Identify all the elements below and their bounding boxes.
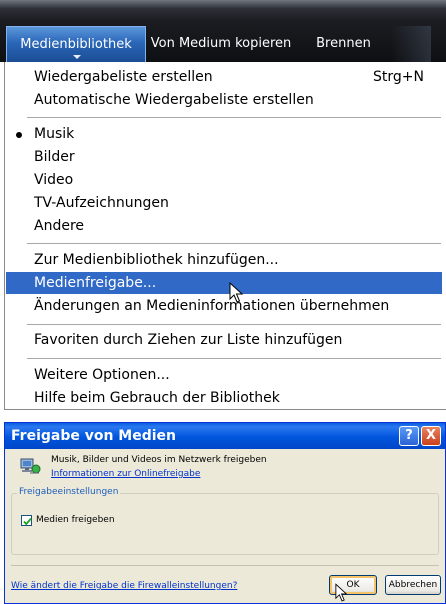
menu-separator <box>27 358 441 359</box>
tab-rip[interactable]: Von Medium kopieren <box>146 26 296 62</box>
menu-item-label: Wiedergabeliste erstellen <box>34 69 213 85</box>
menu-separator <box>27 117 441 118</box>
header-gloss <box>0 0 446 9</box>
menu-item-label: Zur Medienbibliothek hinzufügen... <box>34 252 279 268</box>
media-sharing-dialog: Freigabe von Medien ? X Musik, Bilder un… <box>4 422 446 604</box>
help-button[interactable]: ? <box>399 426 419 446</box>
menu-item-video[interactable]: Video <box>6 169 442 191</box>
menu-item-label: Video <box>34 172 74 188</box>
tab-library-label: Medienbibliothek <box>20 37 132 52</box>
firewall-info-link[interactable]: Wie ändert die Freigabe die Firewalleins… <box>11 581 237 591</box>
menu-item-create-playlist[interactable]: Wiedergabeliste erstellen Strg+N <box>6 66 442 88</box>
menu-item-media-sharing[interactable]: Medienfreigabe... <box>6 272 442 294</box>
player-header: Medienbibliothek Von Medium kopieren Bre… <box>0 0 446 62</box>
tab-library[interactable]: Medienbibliothek <box>6 26 146 62</box>
dialog-title-bar: Freigabe von Medien ? X <box>5 423 445 449</box>
menu-item-label: Weitere Optionen... <box>34 367 170 383</box>
tab-burn-label: Brennen <box>316 36 371 51</box>
tab-bar: Medienbibliothek Von Medium kopieren Bre… <box>6 26 431 62</box>
chevron-down-icon <box>73 55 81 59</box>
checkmark-icon <box>23 517 32 526</box>
tab-rip-label: Von Medium kopieren <box>150 36 292 51</box>
dialog-separator <box>11 565 439 566</box>
network-share-icon <box>19 457 41 477</box>
close-button[interactable]: X <box>421 426 441 446</box>
menu-item-more-options[interactable]: Weitere Optionen... <box>6 364 442 386</box>
menu-item-label: Änderungen an Medieninformationen überne… <box>34 298 390 314</box>
sharing-settings-label: Freigabeeinstellungen <box>17 487 121 497</box>
dialog-description: Musik, Bilder und Videos im Netzwerk fre… <box>51 455 267 465</box>
tab-overflow[interactable] <box>391 26 431 62</box>
menu-item-label: Bilder <box>34 149 75 165</box>
menu-item-label: Favoriten durch Ziehen zur Liste hinzufü… <box>34 332 343 348</box>
dialog-title: Freigabe von Medien <box>11 428 177 444</box>
radio-bullet-icon <box>16 132 22 138</box>
cancel-button[interactable]: Abbrechen <box>385 575 441 595</box>
menu-item-apply-media-info[interactable]: Änderungen an Medieninformationen überne… <box>6 295 442 317</box>
menu-item-label: Medienfreigabe... <box>34 275 157 291</box>
menu-item-auto-playlist[interactable]: Automatische Wiedergabeliste erstellen <box>6 89 442 111</box>
menu-item-label: TV-Aufzeichnungen <box>34 195 169 211</box>
share-media-label: Medien freigeben <box>36 515 115 525</box>
menu-item-label: Andere <box>34 218 85 234</box>
menu-item-help[interactable]: Hilfe beim Gebrauch der Bibliothek <box>6 387 442 409</box>
menu-item-pictures[interactable]: Bilder <box>6 146 442 168</box>
online-sharing-info-link[interactable]: Informationen zur Onlinefreigabe <box>51 469 200 479</box>
library-menu: Wiedergabeliste erstellen Strg+N Automat… <box>4 62 446 410</box>
menu-item-tv[interactable]: TV-Aufzeichnungen <box>6 192 442 214</box>
menu-item-label: Automatische Wiedergabeliste erstellen <box>34 92 314 108</box>
menu-item-add-favorites[interactable]: Favoriten durch Ziehen zur Liste hinzufü… <box>6 329 442 351</box>
screen: Medienbibliothek Von Medium kopieren Bre… <box>0 0 446 604</box>
menu-item-label: Musik <box>34 126 75 142</box>
menu-item-other[interactable]: Andere <box>6 215 442 237</box>
menu-item-add-to-library[interactable]: Zur Medienbibliothek hinzufügen... <box>6 249 442 271</box>
tab-burn[interactable]: Brennen <box>296 26 391 62</box>
menu-separator <box>27 243 441 244</box>
share-media-checkbox[interactable] <box>21 515 32 526</box>
menu-item-music[interactable]: Musik <box>6 123 442 145</box>
menu-item-label: Hilfe beim Gebrauch der Bibliothek <box>34 390 280 406</box>
menu-item-shortcut: Strg+N <box>373 69 424 85</box>
menu-separator <box>27 324 441 325</box>
